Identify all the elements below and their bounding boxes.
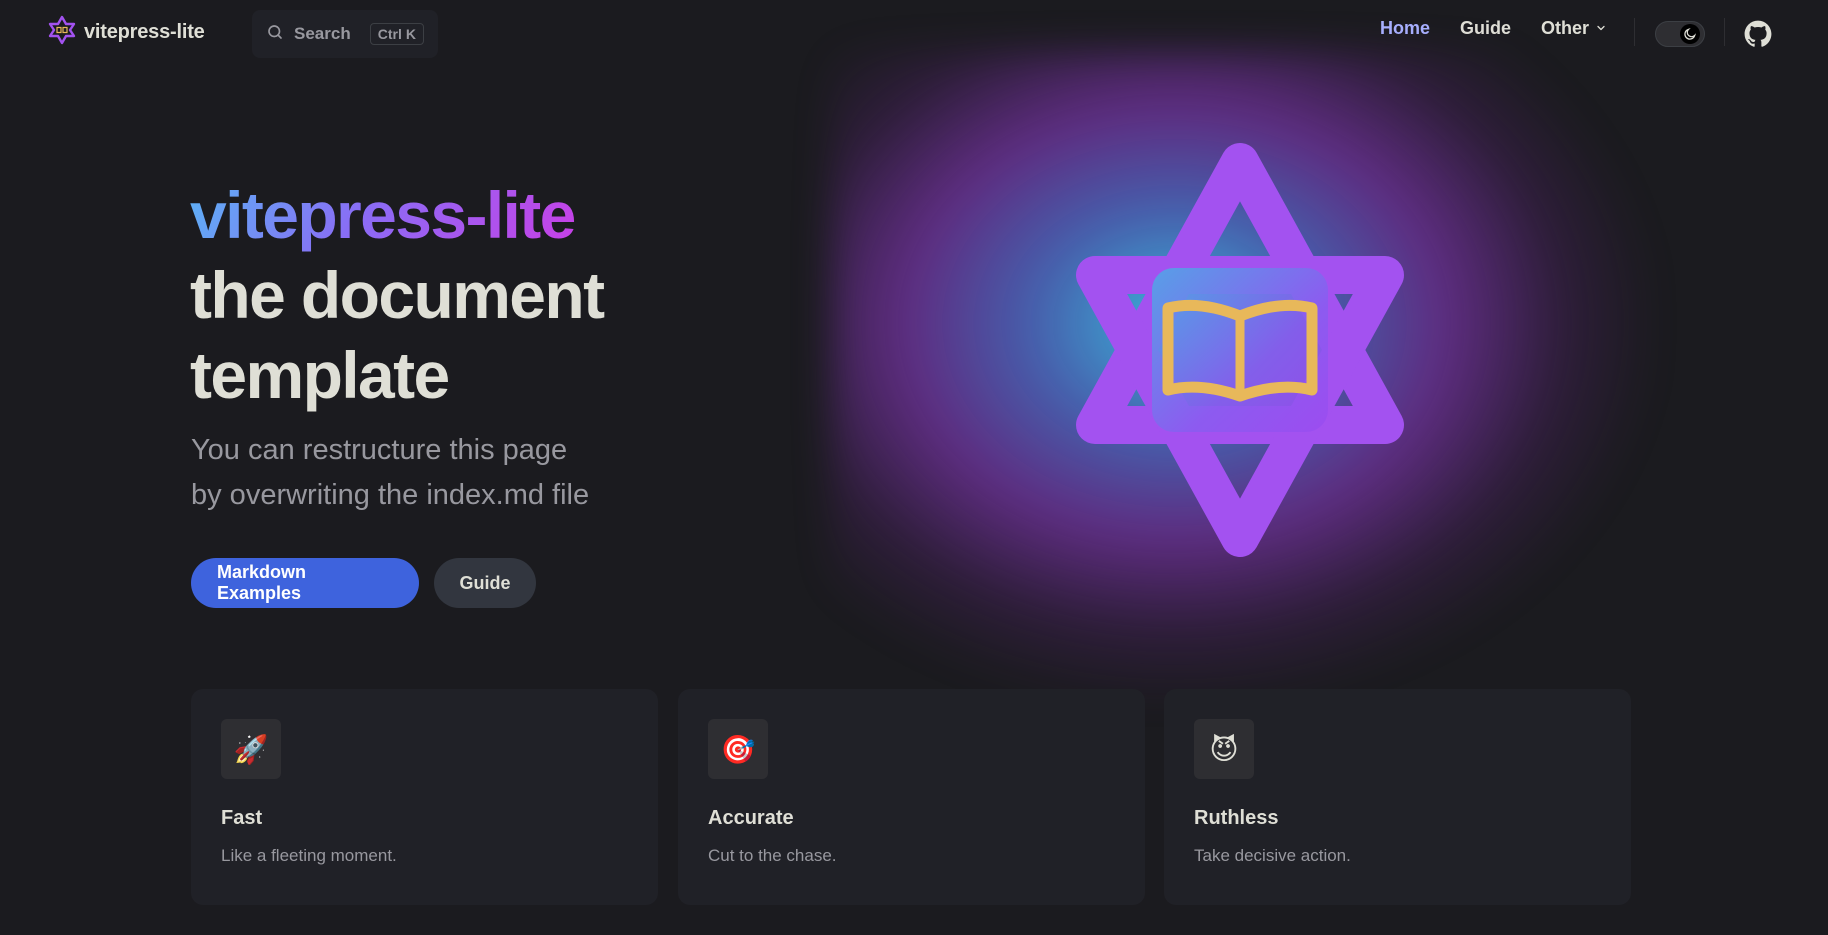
guide-button[interactable]: Guide — [434, 558, 536, 608]
hero-tagline: You can restructure this page by overwri… — [191, 428, 661, 518]
search-button[interactable]: Search Ctrl K — [252, 10, 438, 58]
moon-icon — [1680, 24, 1700, 44]
feature-card[interactable]: 🚀 Fast Like a fleeting moment. — [191, 689, 658, 905]
site-title: vitepress-lite — [84, 20, 205, 43]
nav-divider — [1724, 18, 1725, 46]
search-label: Search — [294, 24, 351, 43]
site-brand[interactable]: vitepress-lite — [48, 14, 205, 50]
star-of-david-book-logo — [1060, 140, 1420, 560]
nav-divider — [1634, 18, 1635, 46]
feature-details: Cut to the chase. — [708, 846, 837, 865]
feature-details: Like a fleeting moment. — [221, 846, 397, 865]
github-icon[interactable] — [1744, 20, 1772, 48]
nav-link-home[interactable]: Home — [1380, 18, 1430, 39]
nav-dropdown-label: Other — [1541, 18, 1590, 38]
feature-title: Accurate — [708, 807, 794, 829]
appearance-toggle[interactable] — [1655, 21, 1705, 47]
hero-tagline-line: You can restructure this page — [191, 434, 568, 466]
feature-card[interactable]: 🎯 Accurate Cut to the chase. — [678, 689, 1145, 905]
rocket-icon: 🚀 — [221, 719, 281, 779]
hero-name: vitepress-lite — [190, 175, 576, 255]
nav-link-guide[interactable]: Guide — [1460, 18, 1511, 39]
feature-card[interactable]: 😈 Ruthless Take decisive action. — [1164, 689, 1631, 905]
feature-details: Take decisive action. — [1194, 846, 1351, 865]
chevron-down-icon — [1595, 18, 1607, 39]
feature-title: Fast — [221, 807, 263, 829]
search-icon — [266, 23, 284, 46]
target-icon: 🎯 — [708, 719, 768, 779]
logo-icon — [48, 15, 76, 50]
shortcut-ctrl: Ctrl — [377, 26, 402, 42]
nav-menu: Home Guide Other — [1380, 18, 1607, 39]
devil-icon: 😈 — [1194, 719, 1254, 779]
nav-dropdown-other[interactable]: Other — [1541, 18, 1607, 39]
hero-text: the document template — [190, 258, 605, 412]
feature-title: Ruthless — [1194, 807, 1279, 829]
search-shortcut: Ctrl K — [369, 23, 424, 45]
shortcut-key: K — [405, 26, 416, 42]
markdown-examples-button[interactable]: Markdown Examples — [191, 558, 419, 608]
hero-tagline-line: by overwriting the index.md file — [191, 479, 590, 511]
